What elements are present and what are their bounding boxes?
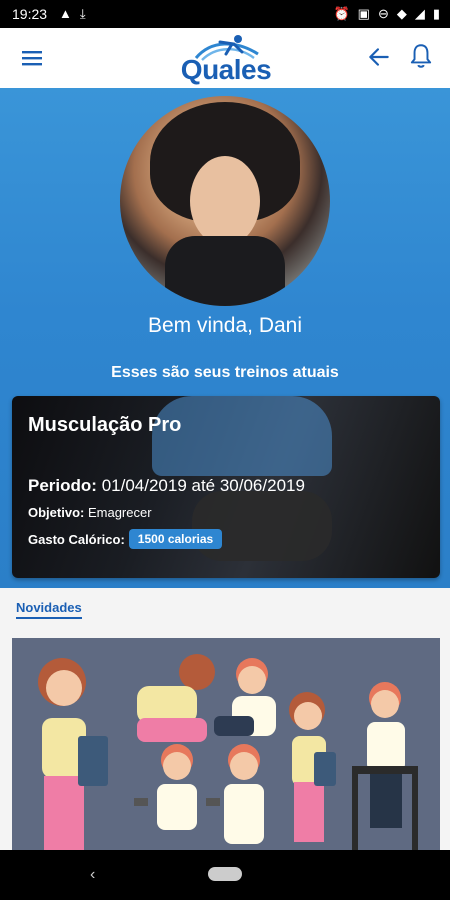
news-image[interactable] [12,638,440,850]
bell-icon[interactable] [408,42,434,70]
arrow-left-icon[interactable] [366,44,392,70]
download-icon: ⤓ [79,6,86,21]
section-subtitle: Esses são seus treinos atuais [111,364,339,381]
greeting-text: Bem vinda, Dani [147,314,303,337]
battery-icon: ▮ [432,6,440,21]
period-value: 01/04/2019 até 30/06/2019 [101,476,305,495]
dnd-icon: ⊖ [377,6,389,21]
logo-text: Quales [180,54,272,85]
avatar[interactable] [120,96,330,306]
menu-icon[interactable] [20,46,44,70]
status-bar: 19:23 ▲ ⤓ ⏰ ▣ ⊖ ◆ ◢ ▮ [0,0,450,28]
objective-value: Emagrecer [87,505,152,520]
fitness-illustration [12,638,440,850]
period-label: Periodo: [28,476,97,495]
app-bar: Quales [0,28,450,88]
warning-icon: ▲ [59,6,72,21]
training-card[interactable]: Musculação Pro Periodo: 01/04/2019 até 3… [12,396,440,578]
training-calories: Gasto Calórico: 1500 calorias [28,529,223,549]
app-logo: Quales [176,32,276,86]
training-period: Periodo: 01/04/2019 até 30/06/2019 [28,476,305,496]
alarm-icon: ⏰ [333,6,350,21]
calorie-badge: 1500 calorias [128,529,223,549]
nav-home-pill[interactable] [208,867,242,881]
news-heading[interactable]: Novidades [16,600,82,619]
vibrate-icon: ▣ [357,6,370,21]
calorie-label: Gasto Calórico: [28,531,125,547]
objective-label: Objetivo: [28,505,85,520]
system-nav-bar: ‹ [0,850,450,900]
training-objective: Objetivo: Emagrecer [28,505,152,520]
training-title: Musculação Pro [28,414,182,436]
signal-icon: ◢ [414,6,425,21]
wifi-icon: ◆ [396,6,407,21]
status-time: 19:23 [12,6,48,22]
nav-back-icon[interactable]: ‹ [90,866,106,884]
